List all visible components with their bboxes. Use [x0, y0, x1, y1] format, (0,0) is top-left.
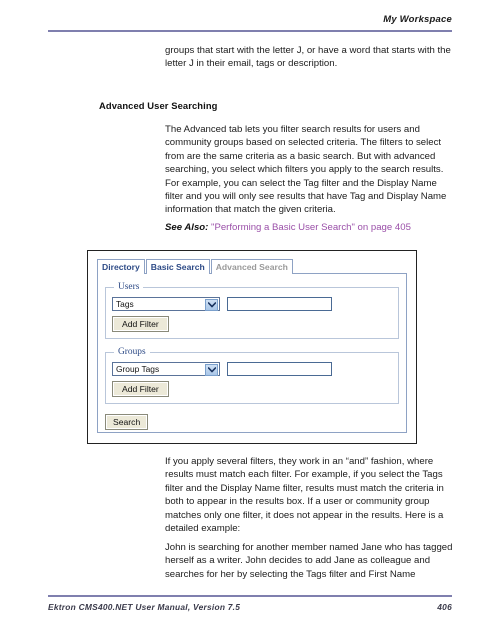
- paragraph-3: John is searching for another member nam…: [165, 542, 453, 580]
- users-filter-select-value: Tags: [116, 299, 134, 309]
- chevron-down-icon[interactable]: [205, 364, 218, 376]
- footer-row: Ektron CMS400.NET User Manual, Version 7…: [48, 602, 452, 612]
- tab-basic-search[interactable]: Basic Search: [145, 259, 210, 274]
- document-page: My Workspace groups that start with the …: [0, 0, 500, 633]
- users-filter-row: Tags: [112, 297, 392, 311]
- see-also-link[interactable]: "Performing a Basic User Search" on page…: [211, 222, 411, 233]
- groups-filter-row: Group Tags: [112, 362, 392, 376]
- see-also-label: See Also:: [165, 222, 209, 233]
- tab-advanced-search[interactable]: Advanced Search: [210, 259, 293, 274]
- search-button[interactable]: Search: [105, 414, 149, 430]
- groups-filter-select-value: Group Tags: [116, 364, 160, 374]
- footer-manual-title: Ektron CMS400.NET User Manual, Version 7…: [48, 602, 241, 613]
- see-also-line: See Also: "Performing a Basic User Searc…: [165, 221, 411, 234]
- paragraph-2-block: If you apply several filters, they work …: [165, 455, 455, 535]
- page-footer: Ektron CMS400.NET User Manual, Version 7…: [48, 595, 452, 612]
- users-filter-group: Users Tags Add Filter: [105, 282, 399, 339]
- groups-group-legend: Groups: [118, 347, 146, 357]
- paragraph-1: The Advanced tab lets you filter search …: [165, 124, 447, 216]
- users-filter-select[interactable]: Tags: [112, 297, 220, 311]
- tab-bar: Directory Basic Search Advanced Search: [97, 259, 407, 274]
- chevron-down-icon[interactable]: [205, 299, 218, 311]
- intro-paragraph: groups that start with the letter J, or …: [165, 45, 451, 70]
- page-header: My Workspace: [48, 14, 452, 33]
- header-divider: [48, 30, 452, 33]
- advanced-search-app: Directory Basic Search Advanced Search U…: [97, 259, 407, 434]
- groups-add-filter-button[interactable]: Add Filter: [112, 381, 169, 397]
- footer-page-number: 406: [437, 602, 452, 613]
- users-add-filter-button[interactable]: Add Filter: [112, 316, 169, 332]
- paragraph-3-block: John is searching for another member nam…: [165, 541, 455, 581]
- users-filter-input[interactable]: [227, 297, 332, 311]
- users-group-legend: Users: [118, 282, 140, 292]
- section-heading: Advanced User Searching: [99, 100, 218, 111]
- groups-filter-select[interactable]: Group Tags: [112, 362, 220, 376]
- intro-paragraph-block: groups that start with the letter J, or …: [165, 44, 455, 71]
- groups-filter-input[interactable]: [227, 362, 332, 376]
- groups-filter-group: Groups Group Tags Add Filter: [105, 347, 399, 404]
- advanced-search-panel: Users Tags Add Filter Groups Group Tags …: [97, 273, 407, 433]
- advanced-search-screenshot: Directory Basic Search Advanced Search U…: [87, 250, 417, 444]
- paragraph-1-block: The Advanced tab lets you filter search …: [165, 123, 455, 217]
- header-title: My Workspace: [383, 14, 452, 25]
- tab-directory[interactable]: Directory: [97, 259, 145, 274]
- footer-divider: [48, 595, 452, 598]
- paragraph-2: If you apply several filters, they work …: [165, 456, 444, 535]
